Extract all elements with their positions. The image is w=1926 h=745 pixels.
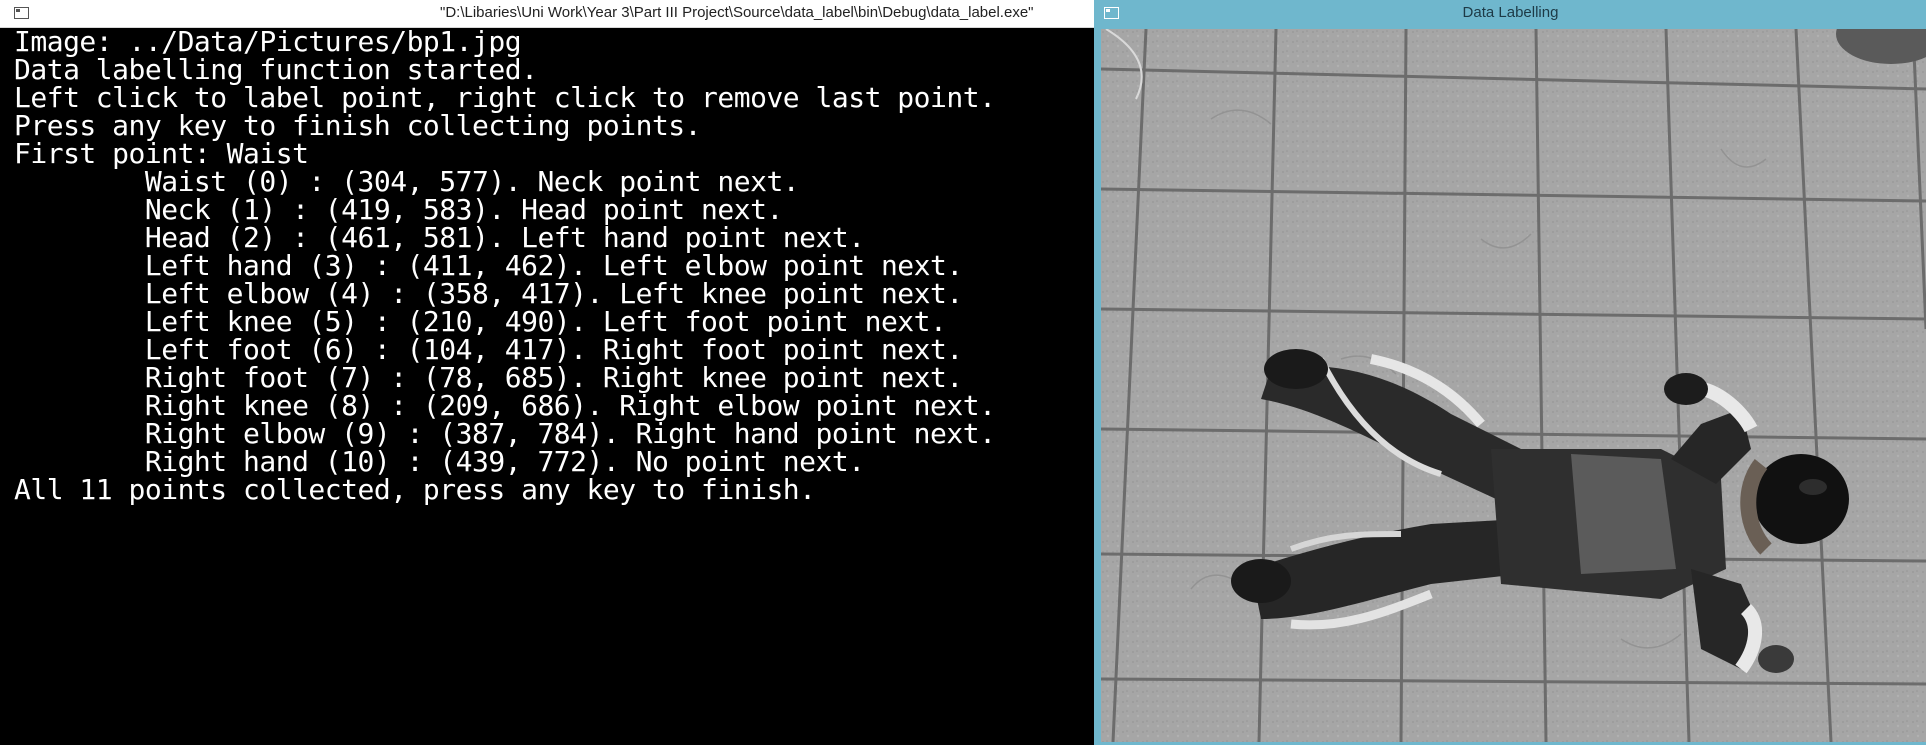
console-line: Right foot (7) : (78, 685). Right knee p… [14,361,963,394]
console-line: Left click to label point, right click t… [14,81,996,114]
console-window: "D:\Libaries\Uni Work\Year 3\Part III Pr… [0,0,1094,745]
console-line: Head (2) : (461, 581). Left hand point n… [14,221,865,254]
console-window-title: "D:\Libaries\Uni Work\Year 3\Part III Pr… [440,4,1034,21]
viewer-titlebar[interactable]: Data Labelling [1095,0,1926,28]
console-output[interactable]: Image: ../Data/Pictures/bp1.jpg Data labe… [0,28,1094,745]
image-viewer-window: Data Labelling [1095,0,1926,745]
console-line: Data labelling function started. [14,53,538,86]
console-line: Left hand (3) : (411, 462). Left elbow p… [14,249,963,282]
console-line: First point: Waist [14,137,309,170]
console-line: Neck (1) : (419, 583). Head point next. [14,193,783,226]
console-line: Right hand (10) : (439, 772). No point n… [14,445,865,478]
labelling-image-canvas[interactable] [1101,29,1926,742]
console-line: Right elbow (9) : (387, 784). Right hand… [14,417,996,450]
console-lines: Image: ../Data/Pictures/bp1.jpg Data labe… [14,28,1094,504]
console-line: Waist (0) : (304, 577). Neck point next. [14,165,800,198]
console-line: Left elbow (4) : (358, 417). Left knee p… [14,277,963,310]
console-line: Left foot (6) : (104, 417). Right foot p… [14,333,963,366]
console-line: Press any key to finish collecting point… [14,109,702,142]
console-titlebar[interactable]: "D:\Libaries\Uni Work\Year 3\Part III Pr… [0,0,1094,28]
console-line: Left knee (5) : (210, 490). Left foot po… [14,305,947,338]
photo-person-lying-on-tiles [1101,29,1926,742]
console-app-icon[interactable] [14,7,29,19]
console-line: All 11 points collected, press any key t… [14,473,816,506]
viewer-window-title: Data Labelling [1462,4,1559,21]
console-line: Image: ../Data/Pictures/bp1.jpg [14,28,522,58]
console-line: Right knee (8) : (209, 686). Right elbow… [14,389,996,422]
